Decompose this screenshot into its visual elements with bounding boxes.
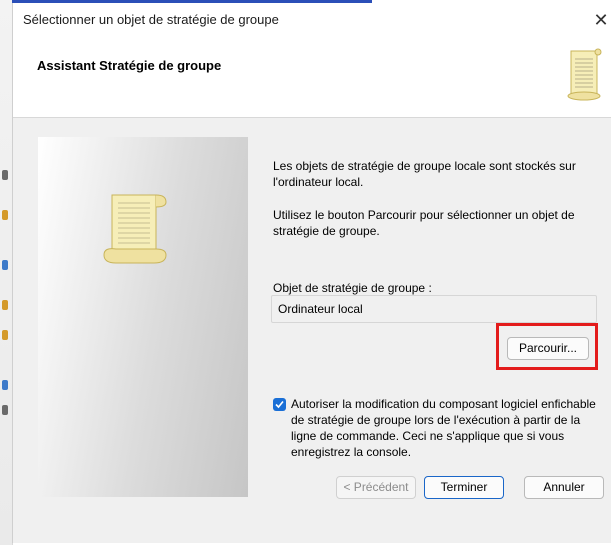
info-text-local: Les objets de stratégie de groupe locale… bbox=[273, 159, 576, 189]
background-icon bbox=[2, 405, 8, 415]
allow-command-line-label[interactable]: Autoriser la modification du composant l… bbox=[291, 396, 606, 460]
window-title: Sélectionner un objet de stratégie de gr… bbox=[23, 12, 279, 27]
background-icon bbox=[2, 170, 8, 180]
wizard-header: Assistant Stratégie de groupe bbox=[13, 37, 611, 118]
gpo-field-label: Objet de stratégie de groupe : bbox=[273, 281, 432, 295]
cancel-button[interactable]: Annuler bbox=[524, 476, 604, 499]
title-bar: Sélectionner un objet de stratégie de gr… bbox=[13, 3, 611, 37]
scroll-icon bbox=[103, 194, 167, 264]
wizard-side-panel bbox=[38, 137, 248, 497]
background-icon bbox=[2, 260, 8, 270]
previous-button[interactable]: < Précédent bbox=[336, 476, 416, 499]
allow-command-line-checkbox[interactable] bbox=[273, 398, 286, 411]
check-icon bbox=[275, 400, 284, 409]
finish-button[interactable]: Terminer bbox=[424, 476, 504, 499]
gpo-select-dialog: Sélectionner un objet de stratégie de gr… bbox=[12, 3, 611, 543]
gpo-field-value: Ordinateur local bbox=[278, 302, 363, 316]
info-text-browse: Utilisez le bouton Parcourir pour sélect… bbox=[273, 208, 575, 238]
gpo-field: Ordinateur local bbox=[271, 295, 597, 323]
scroll-icon bbox=[567, 48, 602, 101]
background-icon bbox=[2, 330, 8, 340]
background-icon bbox=[2, 300, 8, 310]
browse-button[interactable]: Parcourir... bbox=[507, 337, 589, 360]
background-icon bbox=[2, 380, 8, 390]
wizard-title: Assistant Stratégie de groupe bbox=[37, 58, 222, 73]
background-icon bbox=[2, 210, 8, 220]
close-button[interactable]: ✕ bbox=[590, 3, 611, 37]
